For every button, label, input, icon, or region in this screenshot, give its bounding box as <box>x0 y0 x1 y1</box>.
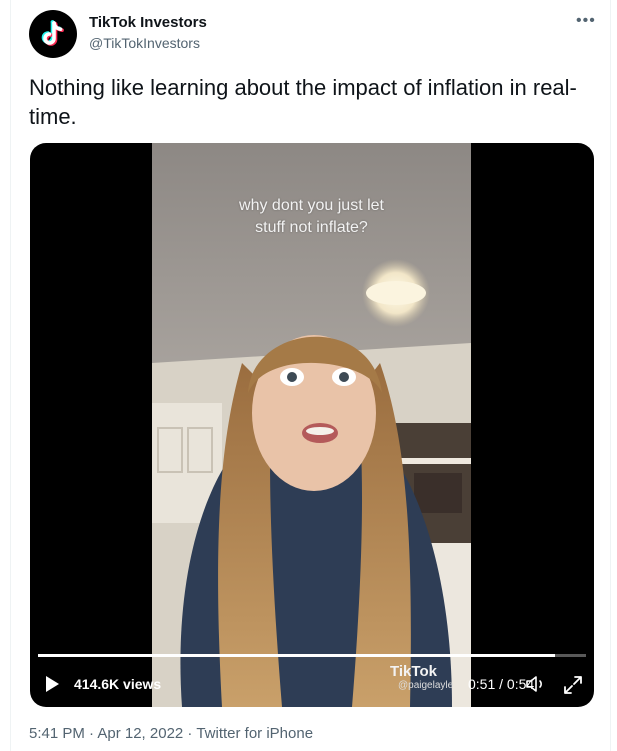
video-controls: 414.6K views 0:51 / 0:54 <box>30 667 594 699</box>
play-icon[interactable] <box>44 675 60 693</box>
tweet-metadata[interactable]: 5:41 PM · Apr 12, 2022 · Twitter for iPh… <box>29 725 313 742</box>
video-frame[interactable]: why dont you just let stuff not inflate?… <box>152 143 471 707</box>
display-name[interactable]: TikTok Investors <box>89 14 207 31</box>
view-count: 414.6K views <box>74 676 162 692</box>
more-horizontal-icon[interactable]: ••• <box>576 12 596 30</box>
user-handle[interactable]: @TikTokInvestors <box>89 35 200 51</box>
avatar[interactable] <box>29 10 77 58</box>
tweet-text: Nothing like learning about the impact o… <box>29 75 577 129</box>
progress-fill <box>38 654 556 657</box>
video-player[interactable]: why dont you just let stuff not inflate?… <box>30 143 594 707</box>
video-caption: why dont you just let stuff not inflate? <box>152 195 471 239</box>
volume-icon[interactable] <box>525 675 547 693</box>
tiktok-logo-icon <box>41 20 64 46</box>
fullscreen-icon[interactable] <box>563 675 583 695</box>
video-caption-line: stuff not inflate? <box>255 219 368 236</box>
video-caption-line: why dont you just let <box>239 197 384 214</box>
progress-bar[interactable] <box>38 654 586 657</box>
